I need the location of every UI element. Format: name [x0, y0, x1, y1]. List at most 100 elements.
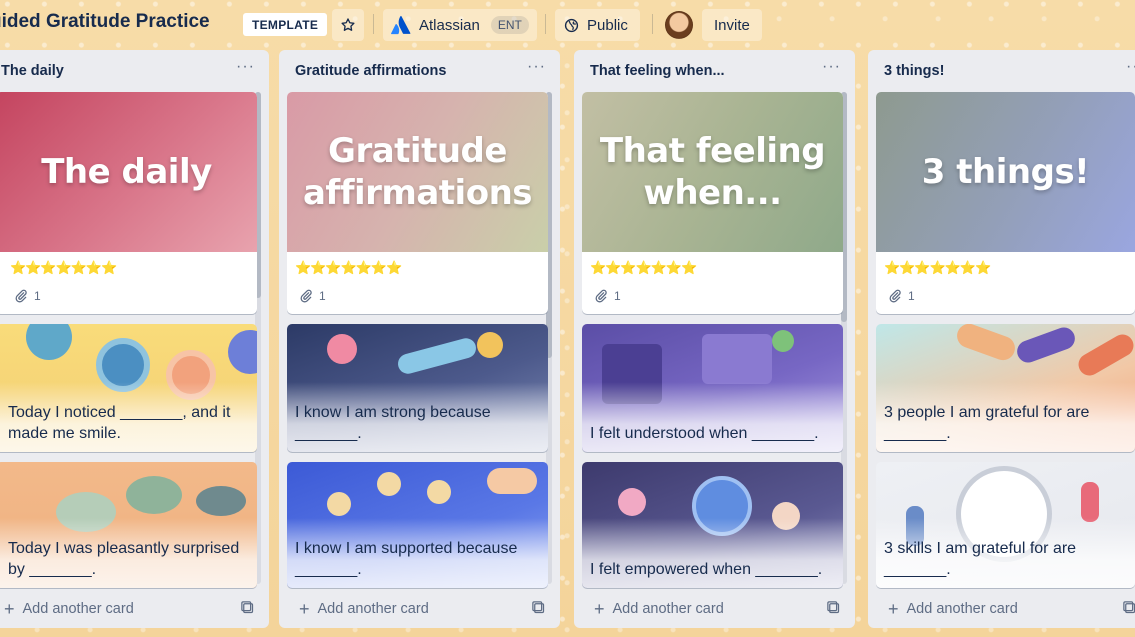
list-item[interactable]: 3 skills I am grateful for are _______.: [876, 462, 1135, 588]
visibility-label: Public: [587, 16, 628, 34]
list-menu-button[interactable]: ···: [1126, 58, 1135, 76]
cover-text: Gratitude affirmations: [302, 131, 533, 213]
list-that-feeling-when: That feeling when... ··· That feeling wh…: [574, 50, 855, 628]
attachment-count: 1: [14, 289, 41, 303]
add-card-button[interactable]: + Add another card: [888, 596, 1018, 622]
attachment-count-label: 1: [908, 289, 915, 303]
avatar[interactable]: [665, 11, 693, 39]
cover-text: The daily: [41, 152, 212, 192]
list-item[interactable]: I know I am supported because _______.: [287, 462, 548, 588]
card-title: Today I was pleasantly surprised by ____…: [8, 540, 240, 578]
card-cover: Gratitude affirmations: [287, 92, 548, 252]
rating-stars: ⭐⭐⭐⭐⭐⭐⭐: [590, 260, 697, 275]
visibility-button[interactable]: Public: [555, 9, 640, 41]
attachment-count-label: 1: [614, 289, 621, 303]
cover-card[interactable]: The daily ⭐⭐⭐⭐⭐⭐⭐ 1: [0, 92, 257, 314]
list-footer: + Add another card: [868, 588, 1135, 628]
list-item[interactable]: I know I am strong because _______.: [287, 324, 548, 452]
globe-icon: [564, 18, 579, 32]
card-title: I felt empowered when _______.: [590, 561, 823, 578]
scene-image: [327, 492, 351, 516]
card-title: 3 people I am grateful for are _______.: [884, 404, 1090, 442]
paperclip-icon: [889, 289, 901, 303]
scene-image: [702, 334, 772, 384]
scene-image: [1074, 330, 1135, 380]
scene-image: [1014, 324, 1078, 366]
plus-icon: +: [888, 599, 899, 619]
cover-text: 3 things!: [921, 152, 1090, 192]
card-title: I felt understood when _______.: [590, 425, 819, 442]
add-card-label: Add another card: [317, 601, 429, 617]
plus-icon: +: [299, 599, 310, 619]
list-item[interactable]: Today I was pleasantly surprised by ____…: [0, 462, 257, 588]
attachment-count-label: 1: [34, 289, 41, 303]
plus-icon: +: [4, 599, 15, 619]
cover-card[interactable]: That feeling when... ⭐⭐⭐⭐⭐⭐⭐ 1: [582, 92, 843, 314]
list-title[interactable]: The daily: [1, 63, 64, 79]
add-card-label: Add another card: [612, 601, 724, 617]
list-header: Gratitude affirmations ···: [279, 50, 560, 90]
paperclip-icon: [300, 289, 312, 303]
list-menu-button[interactable]: ···: [822, 58, 841, 76]
attachment-count: 1: [888, 289, 915, 303]
list-footer: + Add another card: [574, 588, 855, 628]
card-title: Today I noticed _______, and it made me …: [8, 404, 231, 442]
rating-stars: ⭐⭐⭐⭐⭐⭐⭐: [295, 260, 402, 275]
add-card-label: Add another card: [22, 601, 134, 617]
scene-image: [377, 472, 401, 496]
create-from-template-icon[interactable]: [1122, 600, 1135, 615]
scene-image: [395, 335, 479, 377]
invite-button[interactable]: Invite: [702, 9, 762, 41]
attachment-count: 1: [594, 289, 621, 303]
scene-image: [477, 332, 503, 358]
scene-image: [618, 488, 646, 516]
card-title: I know I am strong because _______.: [295, 404, 491, 442]
list-item[interactable]: 3 people I am grateful for are _______.: [876, 324, 1135, 452]
create-from-template-icon[interactable]: [531, 600, 546, 615]
workspace-plan-badge: ENT: [490, 16, 529, 34]
board-title[interactable]: uided Gratitude Practice: [0, 11, 210, 33]
list-header: That feeling when... ···: [574, 50, 855, 90]
ribbon-image: [228, 330, 257, 374]
create-from-template-icon[interactable]: [826, 600, 841, 615]
star-icon: [341, 18, 355, 31]
list-3-things: 3 things! ··· 3 things! ⭐⭐⭐⭐⭐⭐⭐ 1 3 peop…: [868, 50, 1135, 628]
card-title: I know I am supported because _______.: [295, 540, 518, 578]
scene-image: [327, 334, 357, 364]
list-title[interactable]: Gratitude affirmations: [295, 63, 446, 79]
rating-stars: ⭐⭐⭐⭐⭐⭐⭐: [10, 260, 117, 275]
list-item[interactable]: Today I noticed _______, and it made me …: [0, 324, 257, 452]
cover-card[interactable]: Gratitude affirmations ⭐⭐⭐⭐⭐⭐⭐ 1: [287, 92, 548, 314]
workspace-name: Atlassian: [419, 16, 480, 34]
board-header: uided Gratitude Practice TEMPLATE Atlass…: [0, 0, 1135, 48]
atlassian-logo-icon: [391, 15, 411, 35]
workspace-button[interactable]: Atlassian ENT: [383, 9, 537, 41]
attachment-count: 1: [299, 289, 326, 303]
create-from-template-icon[interactable]: [240, 600, 255, 615]
template-badge: TEMPLATE: [243, 13, 328, 36]
add-card-button[interactable]: + Add another card: [4, 596, 134, 622]
scene-image: [196, 486, 246, 516]
paperclip-icon: [15, 289, 27, 303]
list-title[interactable]: 3 things!: [884, 63, 944, 79]
card-title: 3 skills I am grateful for are _______.: [884, 540, 1077, 578]
header-divider: [545, 14, 546, 34]
star-button[interactable]: [332, 9, 364, 41]
list-menu-button[interactable]: ···: [236, 58, 255, 76]
rating-stars: ⭐⭐⭐⭐⭐⭐⭐: [884, 260, 991, 275]
list-title[interactable]: That feeling when...: [590, 63, 725, 79]
add-card-label: Add another card: [906, 601, 1018, 617]
list-menu-button[interactable]: ···: [527, 58, 546, 76]
scene-image: [1081, 482, 1099, 522]
cover-text: That feeling when...: [599, 131, 826, 213]
card-cover: That feeling when...: [582, 92, 843, 252]
cover-card[interactable]: 3 things! ⭐⭐⭐⭐⭐⭐⭐ 1: [876, 92, 1135, 314]
plus-icon: +: [594, 599, 605, 619]
add-card-button[interactable]: + Add another card: [594, 596, 724, 622]
paperclip-icon: [595, 289, 607, 303]
card-cover: The daily: [0, 92, 257, 252]
list-item[interactable]: I felt empowered when _______.: [582, 462, 843, 588]
add-card-button[interactable]: + Add another card: [299, 596, 429, 622]
list-item[interactable]: I felt understood when _______.: [582, 324, 843, 452]
list-the-daily: The daily ··· The daily ⭐⭐⭐⭐⭐⭐⭐ 1 Today …: [0, 50, 269, 628]
